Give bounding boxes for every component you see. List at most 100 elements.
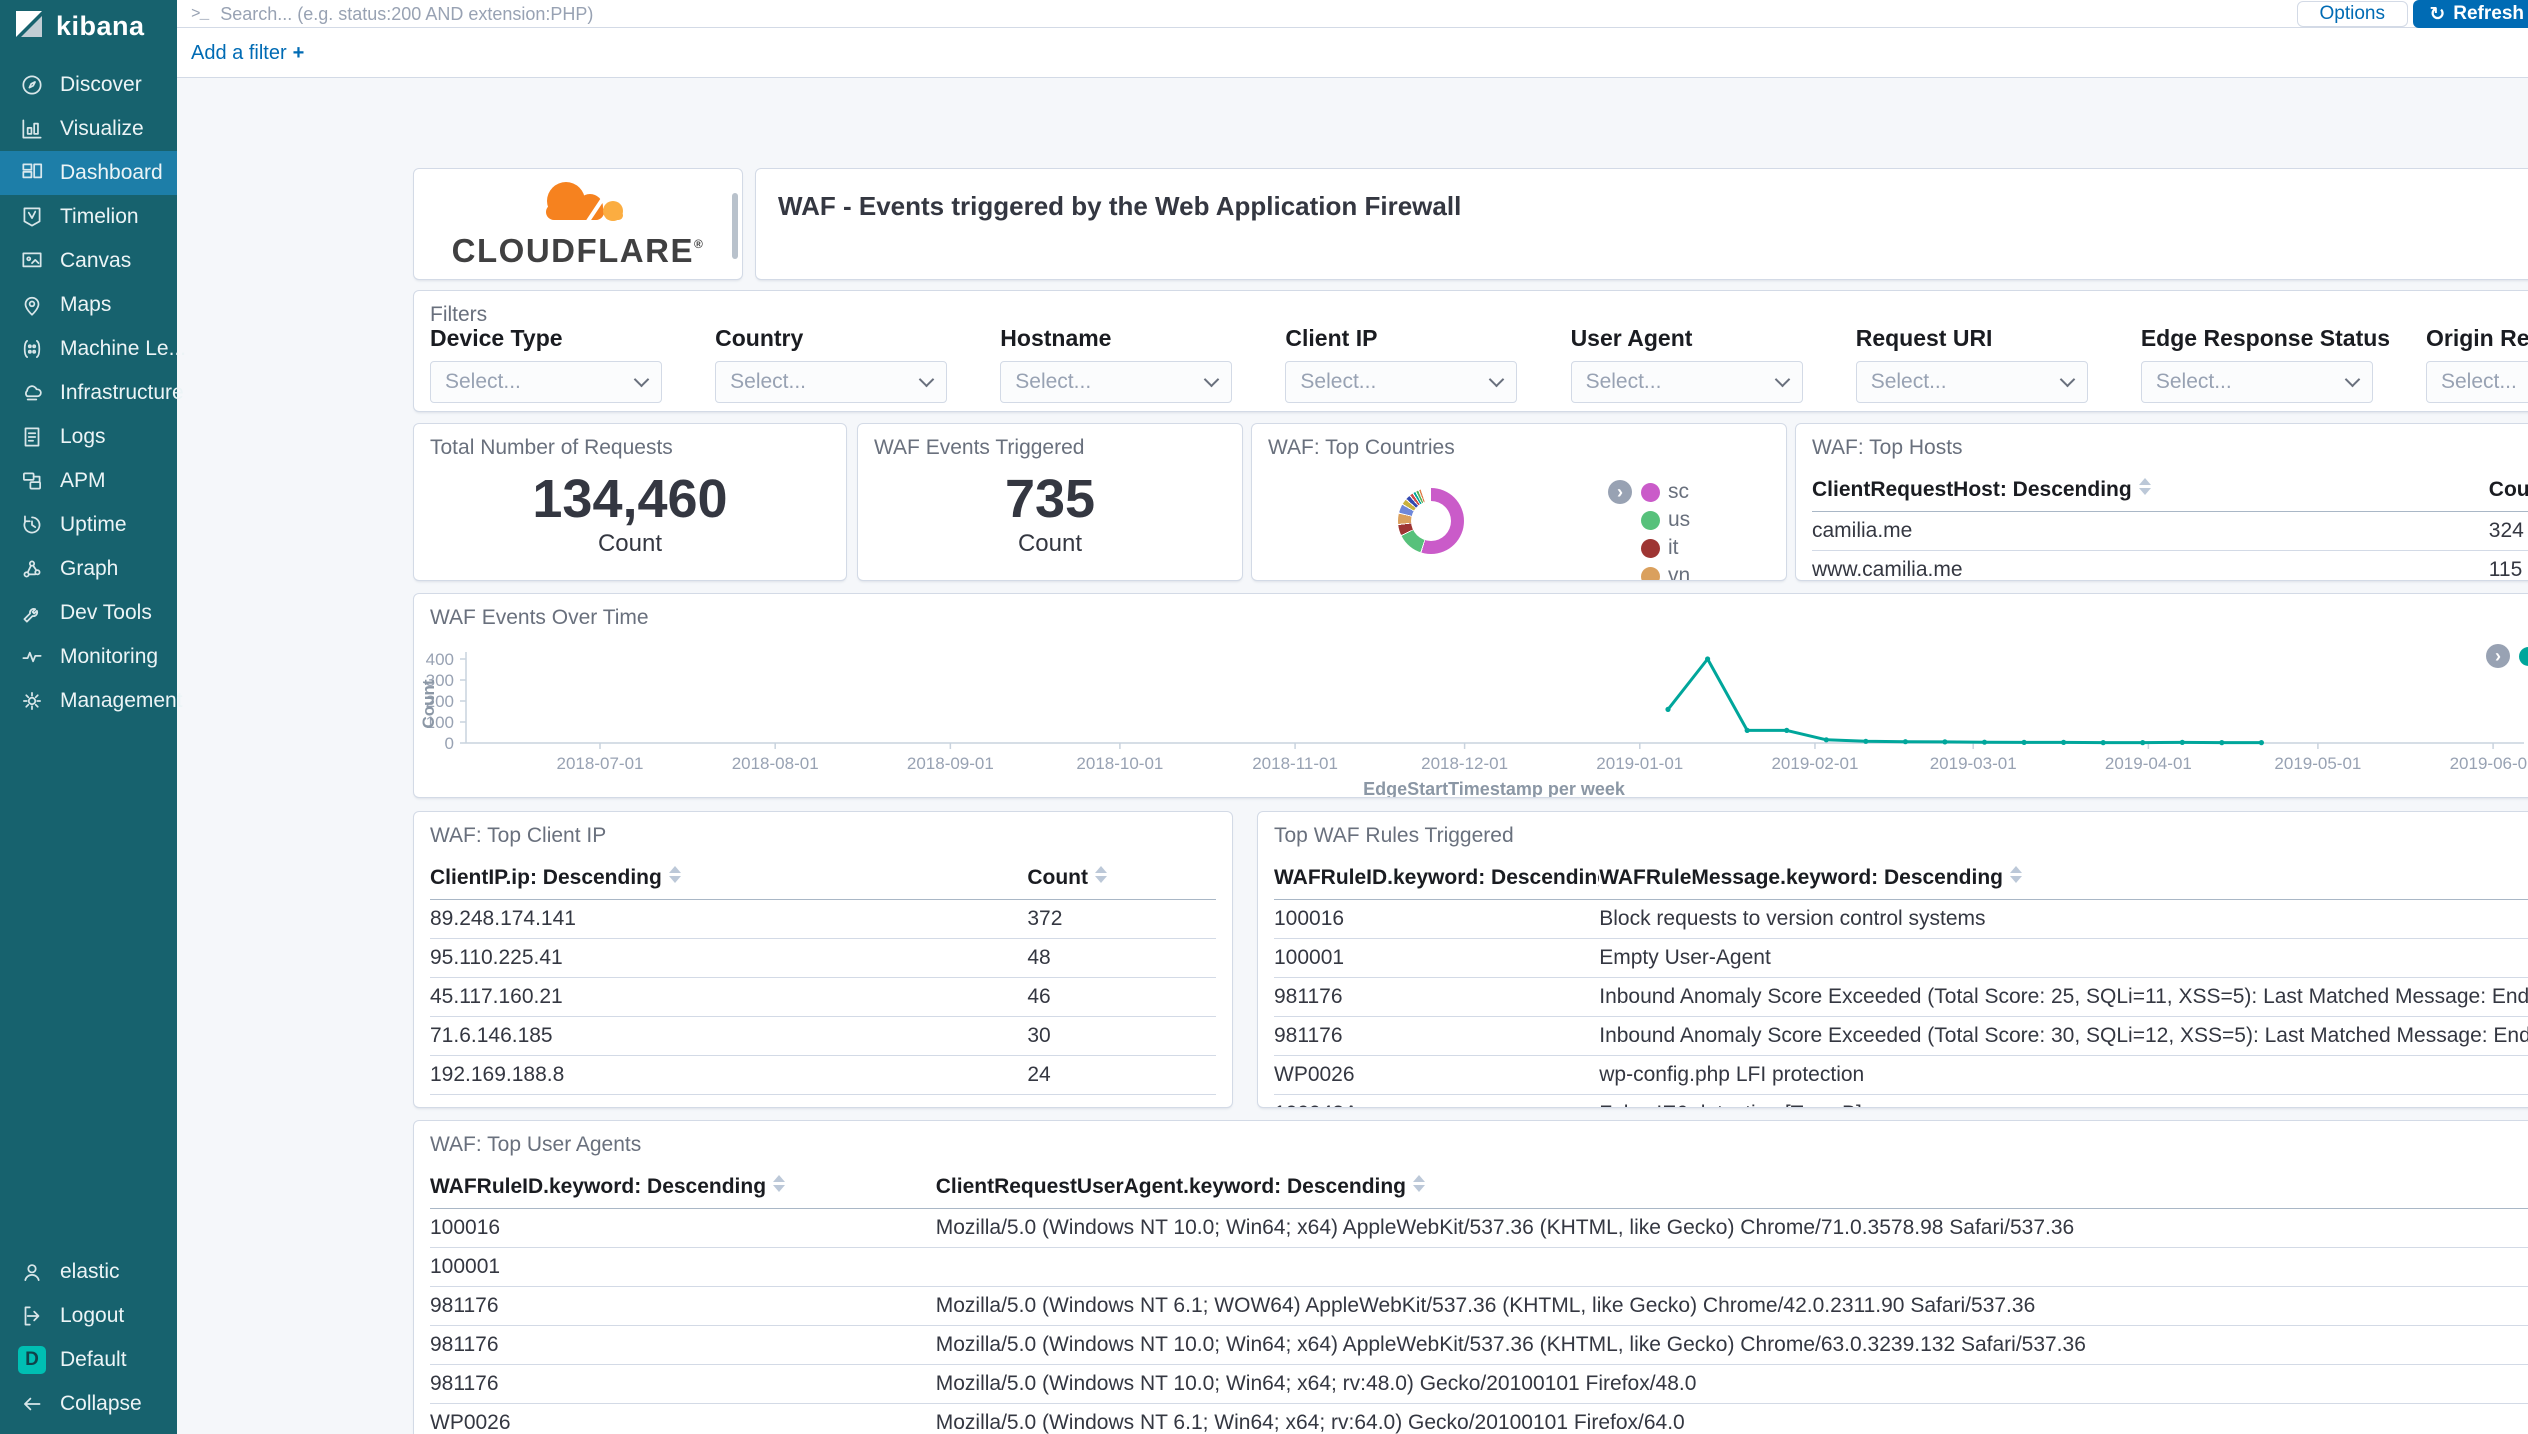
sidebar-item-discover[interactable]: Discover	[0, 63, 177, 107]
add-filter-button[interactable]: Add a filter+	[191, 42, 304, 65]
sidebar-item-label: elastic	[60, 1260, 120, 1284]
top-client-ip-panel: WAF: Top Client IP ClientIP.ip: Descendi…	[413, 811, 1233, 1108]
filters-panel: Filters Device TypeSelect...CountrySelec…	[413, 290, 2528, 412]
top-user-agents-panel: WAF: Top User Agents WAFRuleID.keyword: …	[413, 1120, 2528, 1434]
column-header[interactable]: Count	[1027, 858, 1216, 900]
dashboard-title-panel: WAF - Events triggered by the Web Applic…	[755, 168, 2528, 280]
sort-icon	[1413, 1175, 1425, 1192]
filter-select[interactable]: Select...	[1571, 361, 1803, 403]
filter-group-user-agent: User Agent Select...	[1571, 325, 1803, 403]
sidebar-item-label: Management	[60, 689, 183, 713]
select-placeholder: Select...	[1586, 370, 1662, 394]
dashboard-content: CLOUDFLARE® WAF - Events triggered by th…	[177, 78, 2528, 1434]
legend-item-sc[interactable]: sc	[1641, 478, 1690, 506]
table-row: 95.110.225.4148	[430, 939, 1216, 978]
collapse-icon	[18, 1390, 46, 1418]
sidebar-item-uptime[interactable]: Uptime	[0, 503, 177, 547]
filter-select[interactable]: Select...	[2141, 361, 2373, 403]
sidebar-item-user[interactable]: elastic	[0, 1250, 177, 1294]
select-placeholder: Select...	[2441, 370, 2517, 394]
filter-select[interactable]: Select...	[430, 361, 662, 403]
plus-icon: +	[293, 42, 305, 64]
timelion-icon	[18, 203, 46, 231]
countries-donut-chart[interactable]	[1398, 488, 1464, 554]
filter-label: Client IP	[1285, 325, 1517, 352]
sidebar-item-logout[interactable]: Logout	[0, 1294, 177, 1338]
sidebar-item-monitoring[interactable]: Monitoring	[0, 635, 177, 679]
table-row: 100001156	[430, 1248, 2528, 1287]
column-header[interactable]: WAFRuleMessage.keyword: Descending	[1599, 858, 2528, 900]
select-placeholder: Select...	[2156, 370, 2232, 394]
column-header[interactable]: ClientIP.ip: Descending	[430, 858, 1027, 900]
uptime-icon	[18, 511, 46, 539]
column-header[interactable]: ClientRequestUserAgent.keyword: Descendi…	[936, 1167, 2528, 1209]
panel-title: WAF: Top User Agents	[430, 1133, 641, 1157]
table-row: 981176Mozilla/5.0 (Windows NT 10.0; Win6…	[430, 1326, 2528, 1365]
column-header[interactable]: Count	[2489, 470, 2528, 512]
svg-text:2018-11-01: 2018-11-01	[1252, 754, 1338, 773]
discover-icon	[18, 71, 46, 99]
svg-text:2019-01-01: 2019-01-01	[1596, 754, 1683, 773]
svg-text:Count: Count	[419, 679, 438, 728]
legend-toggle-icon[interactable]: ›	[1608, 480, 1632, 504]
select-placeholder: Select...	[445, 370, 521, 394]
chevron-down-icon	[2345, 371, 2361, 387]
sidebar-item-logs[interactable]: Logs	[0, 415, 177, 459]
column-header[interactable]: WAFRuleID.keyword: Descending	[1274, 858, 1599, 900]
sidebar-item-dashboard[interactable]: Dashboard	[0, 151, 177, 195]
svg-text:EdgeStartTimestamp per week: EdgeStartTimestamp per week	[1363, 779, 1626, 797]
events-over-time-panel: WAF Events Over Time 01002003004002018-0…	[413, 593, 2528, 798]
sidebar-item-label: Monitoring	[60, 645, 158, 669]
legend-item-it[interactable]: it	[1641, 534, 1690, 562]
chevron-down-icon	[919, 371, 935, 387]
sidebar-item-label: Infrastructure	[60, 381, 184, 405]
filter-select[interactable]: Select...	[1856, 361, 2088, 403]
column-header[interactable]: WAFRuleID.keyword: Descending	[430, 1167, 936, 1209]
sidebar-item-visualize[interactable]: Visualize	[0, 107, 177, 151]
sidebar-item-label: Discover	[60, 73, 142, 97]
sidebar-item-label: Timelion	[60, 205, 139, 229]
sidebar-item-machine-learning[interactable]: Machine Le...	[0, 327, 177, 371]
filter-select[interactable]: Select...	[1000, 361, 1232, 403]
sidebar-item-label: APM	[60, 469, 106, 493]
filter-group-request-uri: Request URI Select...	[1856, 325, 2088, 403]
sidebar-item-graph[interactable]: Graph	[0, 547, 177, 591]
filter-select[interactable]: Select...	[2426, 361, 2528, 403]
sidebar-item-label: Canvas	[60, 249, 131, 273]
sidebar-item-canvas[interactable]: Canvas	[0, 239, 177, 283]
kibana-logo[interactable]: kibana	[0, 0, 177, 52]
sidebar-item-dev-tools[interactable]: Dev Tools	[0, 591, 177, 635]
sidebar-item-maps[interactable]: Maps	[0, 283, 177, 327]
sidebar-item-timelion[interactable]: Timelion	[0, 195, 177, 239]
filter-group-client-ip: Client IP Select...	[1285, 325, 1517, 403]
svg-text:2018-09-01: 2018-09-01	[907, 754, 994, 773]
filter-select[interactable]: Select...	[715, 361, 947, 403]
sidebar-item-management[interactable]: Management	[0, 679, 177, 723]
legend-toggle-icon[interactable]: ›	[2486, 644, 2510, 668]
filter-label: Request URI	[1856, 325, 2088, 352]
legend-dot	[1641, 511, 1660, 530]
filter-group-hostname: HostnameSelect...	[1000, 325, 1232, 403]
filter-select[interactable]: Select...	[1285, 361, 1517, 403]
top-waf-rules-table: WAFRuleID.keyword: DescendingWAFRuleMess…	[1274, 858, 2528, 1108]
filter-label: User Agent	[1571, 325, 1803, 352]
options-button[interactable]: Options	[2297, 1, 2408, 27]
sidebar-item-default-space[interactable]: DDefault	[0, 1338, 177, 1382]
svg-text:2019-03-01: 2019-03-01	[1930, 754, 2017, 773]
sidebar-item-apm[interactable]: APM	[0, 459, 177, 503]
sidebar-item-label: Dev Tools	[60, 601, 152, 625]
refresh-button[interactable]: ↻ Refresh	[2413, 0, 2528, 28]
sidebar-item-collapse[interactable]: Collapse	[0, 1382, 177, 1426]
legend-item-vn[interactable]: vn	[1641, 562, 1690, 581]
svg-text:2019-04-01: 2019-04-01	[2105, 754, 2192, 773]
events-chart[interactable]: 01002003004002018-07-012018-08-012018-09…	[414, 594, 2528, 797]
sidebar-item-label: Visualize	[60, 117, 144, 141]
dev-tools-icon	[18, 599, 46, 627]
column-header[interactable]: ClientRequestHost: Descending	[1812, 470, 2489, 512]
table-row: 100001Empty User-Agent156	[1274, 939, 2528, 978]
top-waf-rules-panel: Top WAF Rules Triggered WAFRuleID.keywor…	[1257, 811, 2528, 1108]
search-input[interactable]: >_ Search... (e.g. status:200 AND extens…	[191, 0, 593, 28]
panel-scrollbar[interactable]	[732, 193, 738, 259]
sidebar-item-infrastructure[interactable]: Infrastructure	[0, 371, 177, 415]
legend-item-us[interactable]: us	[1641, 506, 1690, 534]
